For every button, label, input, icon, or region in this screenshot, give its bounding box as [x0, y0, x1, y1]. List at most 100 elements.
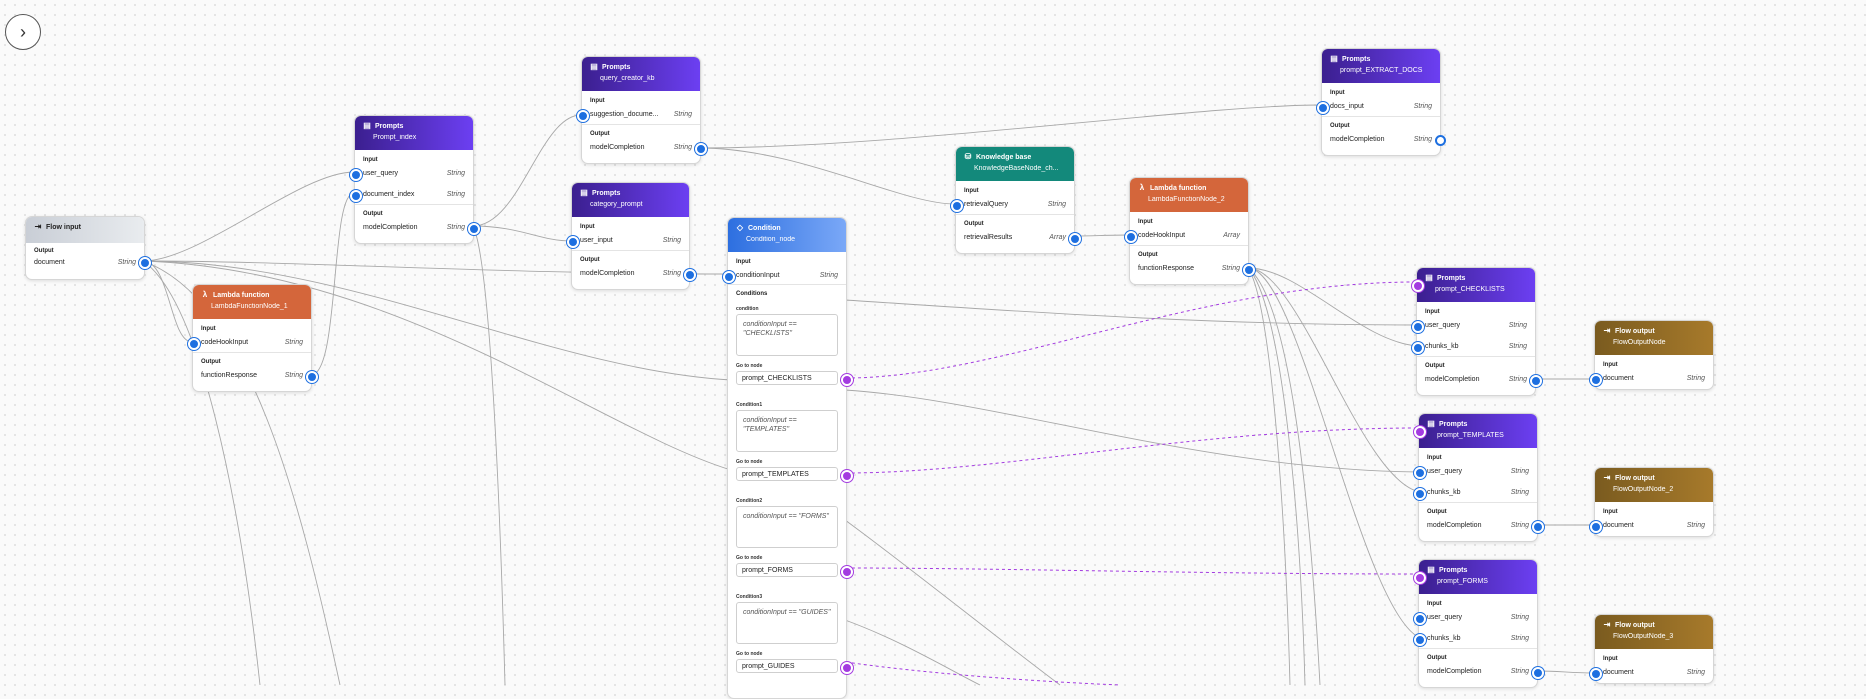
- node-type-label: Prompts: [375, 122, 404, 130]
- prompt-extract-docs-node[interactable]: ▤ Prompts prompt_EXTRACT_DOCS Input docs_…: [1317, 48, 1446, 156]
- condition-expression[interactable]: conditionInput == "GUIDES": [736, 602, 838, 644]
- port-name: document: [1603, 374, 1634, 382]
- goto-node-select[interactable]: prompt_CHECKLISTS: [736, 371, 838, 385]
- port-type: String: [1221, 264, 1240, 272]
- prompt-forms-node[interactable]: ▤ Prompts prompt_FORMS Input user_query St…: [1414, 559, 1544, 688]
- prompt-templates-node[interactable]: ▤ Prompts prompt_TEMPLATES Input user_que…: [1414, 413, 1544, 542]
- input-port[interactable]: [951, 200, 963, 212]
- output-row: modelCompletion String: [1425, 373, 1527, 385]
- node-name: LambdaFunctionNode_2: [1148, 196, 1225, 203]
- output-port[interactable]: [468, 223, 480, 235]
- output-port[interactable]: [1530, 375, 1542, 387]
- input-section-label: Input: [1603, 362, 1618, 368]
- output-port[interactable]: [695, 143, 707, 155]
- condition-output-port[interactable]: [841, 566, 853, 578]
- category-prompt-node[interactable]: ▤ Prompts category_prompt Input user_inpu…: [567, 182, 696, 290]
- output-port[interactable]: [1069, 233, 1081, 245]
- port-name: modelCompletion: [580, 269, 635, 277]
- port-name: modelCompletion: [1330, 135, 1385, 143]
- node-type-label: Lambda function: [1150, 184, 1207, 192]
- output-port[interactable]: [1243, 264, 1255, 276]
- output-section-label: Output: [1427, 509, 1447, 515]
- input-port[interactable]: [1317, 102, 1329, 114]
- input-section-label: Input: [590, 98, 605, 104]
- port-name: codeHookInput: [201, 338, 249, 346]
- input-section-label: Input: [580, 224, 595, 230]
- condition-output-port[interactable]: [841, 662, 853, 674]
- query-creator-kb-node[interactable]: ▤ Prompts query_creator_kb Input suggesti…: [577, 56, 707, 164]
- node-name: FlowOutputNode_3: [1613, 633, 1674, 640]
- output-port[interactable]: [1532, 667, 1544, 679]
- output-section-label: Output: [964, 221, 984, 227]
- output-port[interactable]: [139, 257, 151, 269]
- conditional-input-port[interactable]: [1414, 426, 1426, 438]
- condition-expression[interactable]: conditionInput == "TEMPLATES": [736, 410, 838, 452]
- flow-output-node-3[interactable]: ⇥ Flow output FlowOutputNode_3 Input docu…: [1590, 614, 1714, 684]
- input-port[interactable]: [188, 338, 200, 350]
- conditional-input-port[interactable]: [1414, 572, 1426, 584]
- prompt-index-node[interactable]: ▤ Prompts Prompt_index Input user_query St…: [350, 115, 480, 244]
- input-port[interactable]: [1414, 613, 1426, 625]
- output-port[interactable]: [1532, 521, 1544, 533]
- goto-node-select[interactable]: prompt_GUIDES: [736, 659, 838, 673]
- input-port[interactable]: [1414, 634, 1426, 646]
- output-section-label: Output: [363, 211, 383, 217]
- input-port[interactable]: [1412, 342, 1424, 354]
- input-port[interactable]: [577, 110, 589, 122]
- port-name: functionResponse: [201, 371, 258, 379]
- output-section-label: Output: [34, 248, 54, 254]
- input-port[interactable]: [350, 169, 362, 181]
- collapse-panel-button[interactable]: ›: [5, 14, 41, 50]
- output-port[interactable]: [1435, 135, 1446, 146]
- node-header: ▤ Prompts prompt_FORMS: [1419, 560, 1537, 594]
- port-name: retrievalQuery: [964, 200, 1008, 208]
- input-row: user_query String: [1427, 465, 1529, 477]
- goto-node-select[interactable]: prompt_TEMPLATES: [736, 467, 838, 481]
- output-port[interactable]: [306, 371, 318, 383]
- flow-output-node-2[interactable]: ⇥ Flow output FlowOutputNode_2 Input docu…: [1590, 467, 1714, 537]
- node-header: ▤ Prompts Prompt_index: [355, 116, 473, 150]
- goto-label: Go to node: [736, 459, 763, 465]
- input-port[interactable]: [1414, 488, 1426, 500]
- port-type: String: [673, 110, 692, 118]
- input-port[interactable]: [1412, 321, 1424, 333]
- condition-output-port[interactable]: [841, 374, 853, 386]
- lambda-function-node-1[interactable]: λ Lambda function LambdaFunctionNode_1 In…: [188, 284, 318, 392]
- knowledge-base-node[interactable]: ⛁ Knowledge base KnowledgeBaseNode_ch... …: [951, 146, 1081, 254]
- input-port[interactable]: [1125, 231, 1137, 243]
- condition-output-port[interactable]: [841, 470, 853, 482]
- condition-expression[interactable]: conditionInput == "FORMS": [736, 506, 838, 548]
- flow-input-node[interactable]: ⇥ Flow input Output document String: [25, 216, 151, 280]
- port-type: String: [1508, 321, 1527, 329]
- condition-node[interactable]: ◇ Condition Condition_node Input conditio…: [723, 217, 853, 699]
- input-port[interactable]: [350, 190, 362, 202]
- conditional-input-port[interactable]: [1412, 280, 1424, 292]
- output-row: modelCompletion String: [1427, 665, 1529, 677]
- input-row: docs_input String: [1330, 100, 1432, 112]
- condition-expression[interactable]: conditionInput == "CHECKLISTS": [736, 314, 838, 356]
- output-row: modelCompletion String: [590, 141, 692, 153]
- node-header: ⛁ Knowledge base KnowledgeBaseNode_ch...: [956, 147, 1074, 181]
- input-port[interactable]: [1590, 374, 1602, 386]
- output-row: modelCompletion String: [363, 221, 465, 233]
- node-type-label: Condition: [748, 224, 781, 232]
- output-section-label: Output: [1330, 123, 1350, 129]
- output-section-label: Output: [1427, 655, 1447, 661]
- input-port[interactable]: [567, 236, 579, 248]
- chevron-right-icon: ›: [20, 21, 26, 42]
- flow-output-node-1[interactable]: ⇥ Flow output FlowOutputNode Input docume…: [1590, 320, 1714, 390]
- input-port[interactable]: [723, 271, 735, 283]
- input-port[interactable]: [1590, 521, 1602, 533]
- lambda-function-node-2[interactable]: λ Lambda function LambdaFunctionNode_2 In…: [1125, 177, 1255, 285]
- prompt-checklists-node[interactable]: ▤ Prompts prompt_CHECKLISTS Input user_qu…: [1412, 267, 1542, 396]
- input-port[interactable]: [1590, 668, 1602, 680]
- output-port[interactable]: [684, 269, 696, 281]
- port-type: String: [662, 236, 681, 244]
- node-name: LambdaFunctionNode_1: [211, 303, 288, 310]
- port-type: String: [1686, 668, 1705, 676]
- lambda-icon: λ: [1139, 183, 1145, 192]
- goto-node-select[interactable]: prompt_FORMS: [736, 563, 838, 577]
- input-port[interactable]: [1414, 467, 1426, 479]
- port-type: String: [1510, 613, 1529, 621]
- port-type: String: [446, 223, 465, 231]
